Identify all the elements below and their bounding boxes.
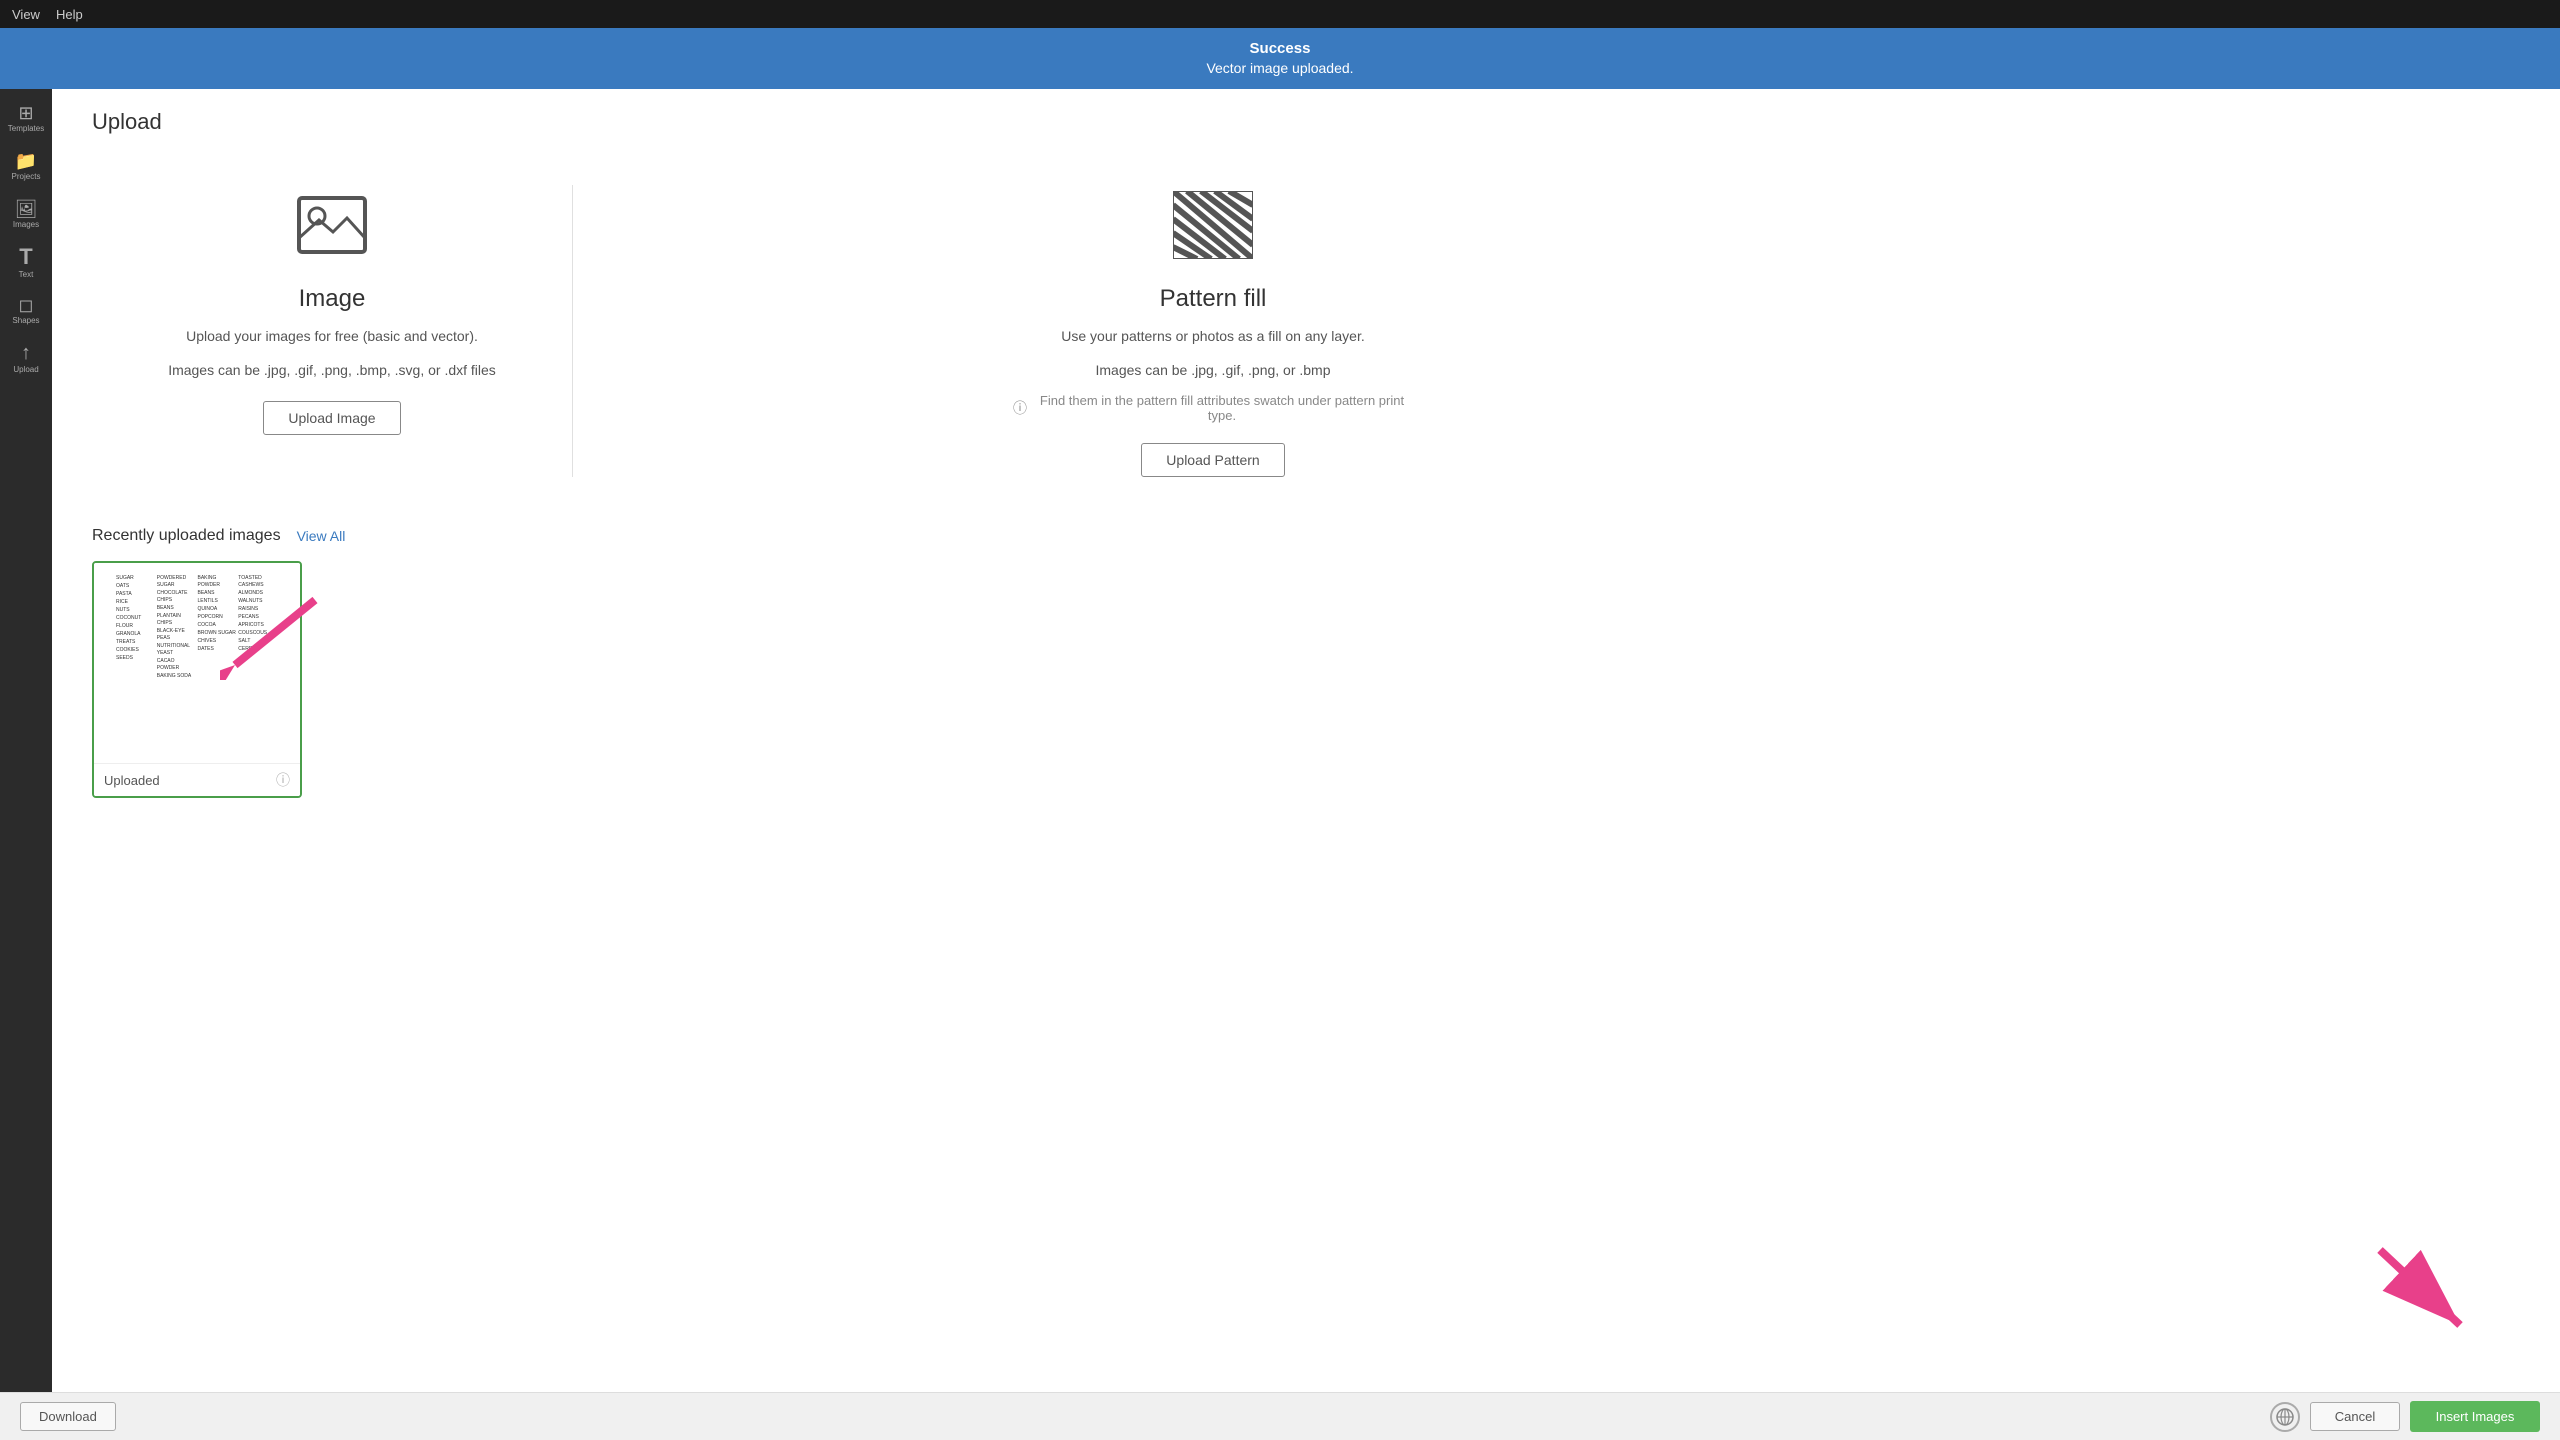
sidebar-label-images: Images xyxy=(13,220,39,229)
page-header: Upload xyxy=(52,89,2560,145)
grocery-col-1: SUGAR OATS PASTA RICE NUTS COCONUT FLOUR… xyxy=(116,575,156,752)
sidebar-item-upload[interactable]: ↑ Upload xyxy=(4,337,48,381)
sidebar-label-projects: Projects xyxy=(12,172,41,181)
image-icon-svg xyxy=(297,196,367,254)
pattern-icon-svg xyxy=(1173,191,1253,259)
globe-icon[interactable] xyxy=(2270,1402,2300,1432)
thumbnails-grid: SUGAR OATS PASTA RICE NUTS COCONUT FLOUR… xyxy=(92,561,2520,798)
thumbnail-label: Uploaded xyxy=(104,773,160,788)
sidebar-label-templates: Templates xyxy=(8,124,44,133)
upload-pattern-button[interactable]: Upload Pattern xyxy=(1141,443,1284,477)
grocery-list-content: SUGAR OATS PASTA RICE NUTS COCONUT FLOUR… xyxy=(112,571,282,756)
projects-icon: 📁 xyxy=(15,152,37,170)
thumbnail-card[interactable]: SUGAR OATS PASTA RICE NUTS COCONUT FLOUR… xyxy=(92,561,302,798)
thumbnail-info-icon[interactable]: ⓘ xyxy=(276,770,290,790)
pattern-card-title: Pattern fill xyxy=(1160,285,1267,313)
templates-icon: ⊞ xyxy=(18,104,33,122)
sidebar-item-shapes[interactable]: ◻ Shapes xyxy=(4,289,48,333)
sidebar-label-text: Text xyxy=(19,270,34,279)
pattern-card-icon xyxy=(1163,185,1263,265)
download-button[interactable]: Download xyxy=(20,1402,116,1431)
card-divider xyxy=(572,185,573,478)
upload-image-button[interactable]: Upload Image xyxy=(263,401,400,435)
toolbar-right: Cancel Insert Images xyxy=(2270,1401,2540,1432)
view-all-link[interactable]: View All xyxy=(297,528,346,544)
menu-bar: View Help xyxy=(0,0,2560,28)
pattern-upload-card: Pattern fill Use your patterns or photos… xyxy=(973,165,1453,498)
sidebar-item-projects[interactable]: 📁 Projects xyxy=(4,145,48,189)
app-layout: ⊞ Templates 📁 Projects 🖼 Images T Text ◻… xyxy=(0,89,2560,1401)
image-card-icon xyxy=(282,185,382,265)
recently-title: Recently uploaded images xyxy=(92,527,281,545)
page-title: Upload xyxy=(92,109,2520,135)
image-card-desc2: Images can be .jpg, .gif, .png, .bmp, .s… xyxy=(168,359,496,381)
grocery-col-3: BAKING POWDER BEANS LENTILS QUINOA POPCO… xyxy=(198,575,238,752)
main-content: Upload Image Upload your images for free… xyxy=(52,89,2560,1401)
globe-svg xyxy=(2276,1408,2294,1426)
pattern-card-desc1: Use your patterns or photos as a fill on… xyxy=(1061,325,1365,347)
menu-help[interactable]: Help xyxy=(56,7,83,22)
grocery-col-4: TOASTED CASHEWS ALMONDS WALNUTS RAISINS … xyxy=(238,575,278,752)
sidebar-item-templates[interactable]: ⊞ Templates xyxy=(4,97,48,141)
sidebar-label-shapes: Shapes xyxy=(12,316,39,325)
success-message: Vector image uploaded. xyxy=(10,59,2550,79)
sidebar-item-images[interactable]: 🖼 Images xyxy=(4,193,48,237)
toolbar-left: Download xyxy=(20,1402,116,1431)
images-icon: 🖼 xyxy=(15,200,38,218)
sidebar-label-upload: Upload xyxy=(13,365,38,374)
image-card-title: Image xyxy=(299,285,366,313)
upload-options: Image Upload your images for free (basic… xyxy=(52,145,2560,518)
grocery-col-2: POWDERED SUGAR CHOCOLATE CHIPS BEANS PLA… xyxy=(157,575,197,752)
pattern-card-desc2: Images can be .jpg, .gif, .png, or .bmp xyxy=(1095,359,1330,381)
image-card-desc1: Upload your images for free (basic and v… xyxy=(186,325,478,347)
recently-header: Recently uploaded images View All xyxy=(92,527,2520,545)
menu-view[interactable]: View xyxy=(12,7,40,22)
recently-section: Recently uploaded images View All SUGAR … xyxy=(52,517,2560,818)
success-title: Success xyxy=(10,38,2550,59)
thumbnail-footer: Uploaded ⓘ xyxy=(94,763,300,796)
shapes-icon: ◻ xyxy=(19,296,34,314)
text-icon: T xyxy=(19,246,32,268)
insert-images-button[interactable]: Insert Images xyxy=(2410,1401,2540,1432)
info-circle-icon: ⓘ xyxy=(1013,398,1027,418)
sidebar: ⊞ Templates 📁 Projects 🖼 Images T Text ◻… xyxy=(0,89,52,1401)
pattern-card-note: ⓘ Find them in the pattern fill attribut… xyxy=(1013,393,1413,423)
thumbnail-image: SUGAR OATS PASTA RICE NUTS COCONUT FLOUR… xyxy=(94,563,300,763)
upload-icon: ↑ xyxy=(21,343,31,363)
image-upload-card: Image Upload your images for free (basic… xyxy=(92,165,572,498)
bottom-toolbar: Download Cancel Insert Images xyxy=(0,1392,2560,1440)
sidebar-item-text[interactable]: T Text xyxy=(4,241,48,285)
cancel-button[interactable]: Cancel xyxy=(2310,1402,2400,1431)
success-banner: Success Vector image uploaded. xyxy=(0,28,2560,89)
